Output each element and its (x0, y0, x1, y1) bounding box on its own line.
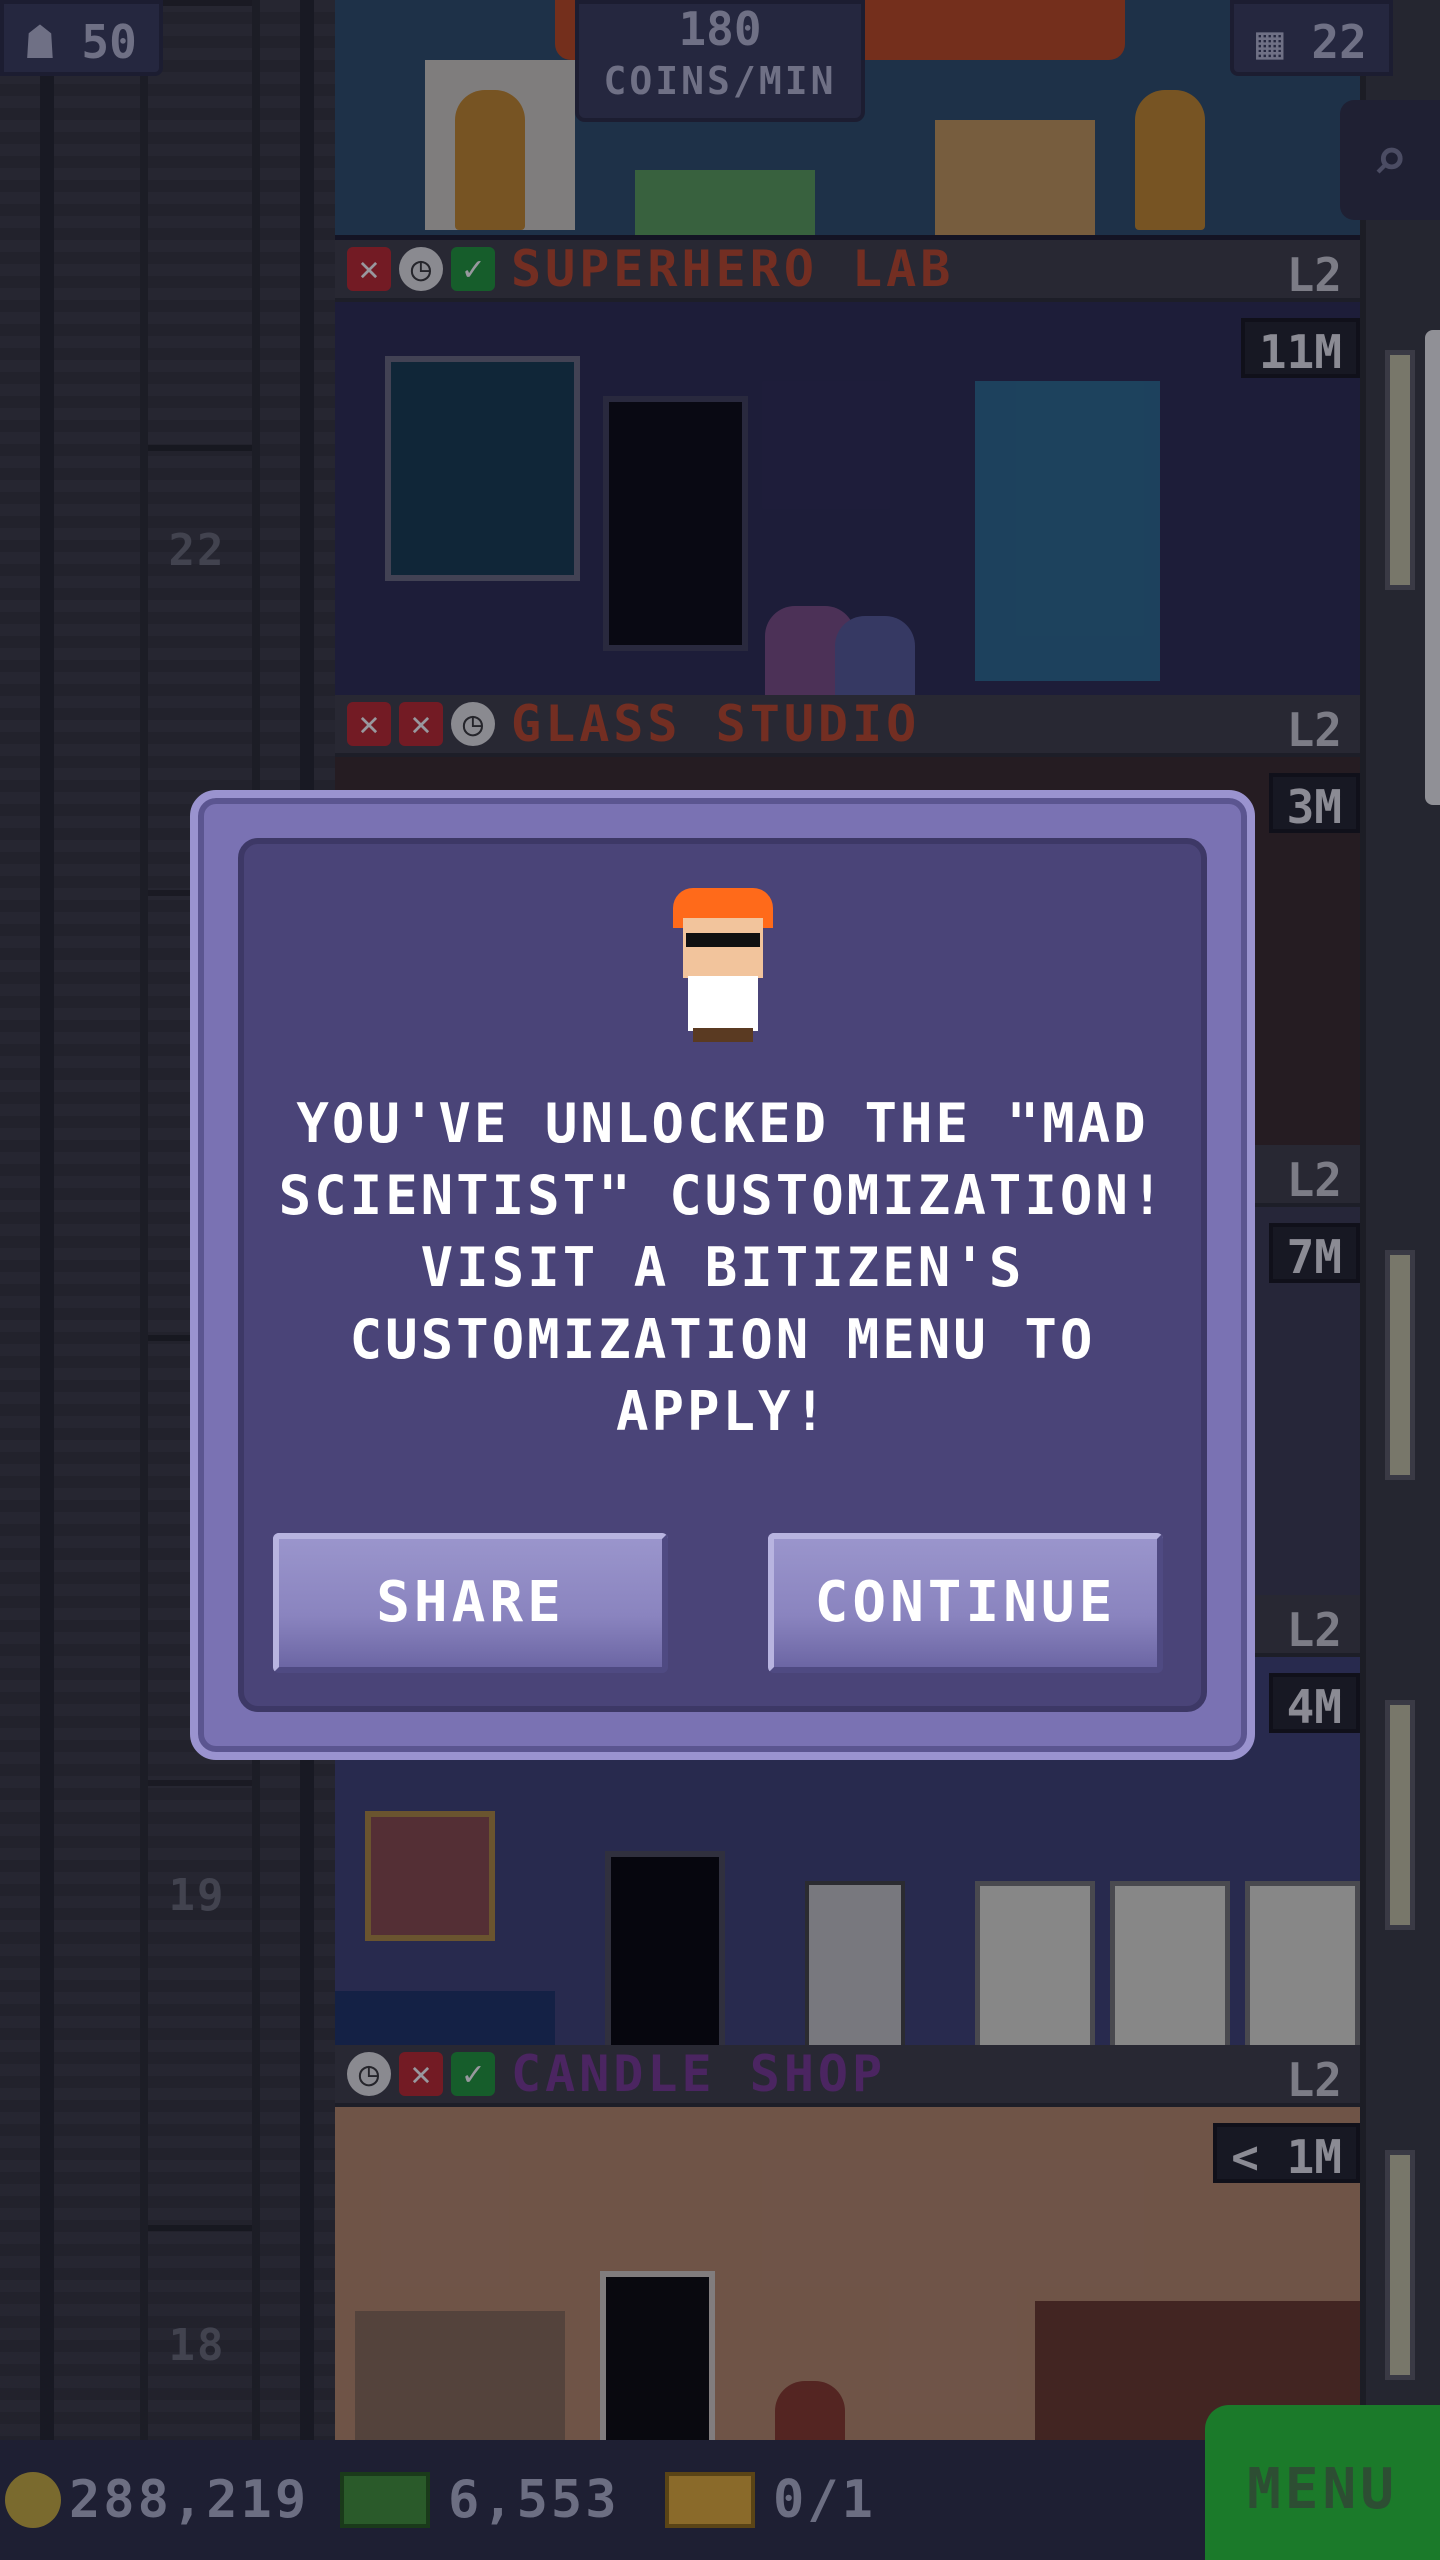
check-status-icon: ✓ (451, 247, 495, 291)
x-status-icon: ✕ (347, 702, 391, 746)
floor-candle-shop[interactable]: ◷ ✕ ✓ CANDLE SHOP L2 < 1M (335, 2045, 1360, 2451)
floor-counter[interactable]: ▦ 22 (1230, 0, 1393, 76)
person-icon: ☗ (26, 15, 54, 69)
floor-superhero-lab[interactable]: ✕ ◷ ✓ SUPERHERO LAB L2 11M (335, 240, 1360, 716)
hologram-screen (385, 356, 580, 581)
floor-price: 3M (1268, 773, 1360, 834)
bitizen-worker[interactable] (1135, 90, 1205, 230)
doorway (603, 396, 748, 651)
continue-button[interactable]: CONTINUE (768, 1533, 1163, 1673)
coins-per-min-indicator: 180 COINS/MIN (575, 0, 865, 122)
share-button[interactable]: SHARE (273, 1533, 668, 1673)
coins-per-min-value: 180 (678, 2, 762, 56)
floor-number: 18 (168, 2320, 226, 2371)
population-counter[interactable]: ☗ 50 (0, 0, 163, 76)
floor-level: L2 (1286, 1153, 1342, 1207)
floor-price: 11M (1240, 318, 1360, 379)
floor-level: L2 (1286, 2053, 1342, 2107)
x-status-icon: ✕ (399, 2052, 443, 2096)
floor-level: L2 (1286, 248, 1342, 302)
mad-scientist-avatar (668, 888, 778, 1048)
floor-name: SUPERHERO LAB (511, 240, 955, 298)
tickets-counter[interactable]: 0/1 (665, 2470, 876, 2530)
coin-icon (5, 2472, 61, 2528)
floor-price: 7M (1268, 1223, 1360, 1284)
building-icon: ▦ (1256, 15, 1284, 69)
bitizen[interactable] (775, 2381, 845, 2440)
window (1385, 1250, 1415, 1480)
floor-level: L2 (1286, 703, 1342, 757)
floor-header: ✕ ◷ ✓ SUPERHERO LAB L2 (335, 240, 1360, 302)
x-status-icon: ✕ (347, 247, 391, 291)
check-status-icon: ✓ (451, 2052, 495, 2096)
floor-name: GLASS STUDIO (511, 695, 921, 753)
search-icon[interactable]: ⌕ (1340, 100, 1440, 220)
doorway (600, 2271, 715, 2451)
floor-number: 22 (168, 525, 226, 576)
coins-per-min-label: COINS/MIN (603, 59, 837, 103)
clock-status-icon: ◷ (347, 2052, 391, 2096)
floor-price: 4M (1268, 1673, 1360, 1734)
portrait (365, 1811, 495, 1941)
window (1385, 2150, 1415, 2380)
floor-header: ◷ ✕ ✓ CANDLE SHOP L2 (335, 2045, 1360, 2107)
crate (635, 170, 815, 235)
bux-counter[interactable]: 6,553 (340, 2470, 620, 2530)
clock-status-icon: ◷ (399, 247, 443, 291)
floor-price: < 1M (1213, 2123, 1360, 2184)
bitizen-worker[interactable] (455, 90, 525, 230)
menu-button[interactable]: MENU (1205, 2405, 1440, 2560)
shelf (355, 2311, 565, 2440)
floor-level: L2 (1286, 1603, 1342, 1657)
floor-header: ✕ ✕ ◷ GLASS STUDIO L2 (335, 695, 1360, 757)
bux-icon (340, 2472, 430, 2528)
unlock-message: YOU'VE UNLOCKED THE "MAD SCIENTIST" CUST… (278, 1092, 1167, 1443)
ticket-icon (665, 2472, 755, 2528)
window (1385, 350, 1415, 590)
elevator-rail (40, 0, 54, 2440)
crate (935, 120, 1095, 235)
counter (335, 1991, 555, 2051)
scrollbar[interactable] (1425, 330, 1440, 805)
floor-number: 19 (168, 1870, 226, 1921)
portal-tube (975, 381, 1160, 681)
unlock-dialog: YOU'VE UNLOCKED THE "MAD SCIENTIST" CUST… (190, 790, 1255, 1760)
x-status-icon: ✕ (399, 702, 443, 746)
clock-status-icon: ◷ (451, 702, 495, 746)
coins-counter[interactable]: 288,219 (5, 2470, 309, 2530)
window (1385, 1700, 1415, 1930)
floor-name: CANDLE SHOP (511, 2045, 887, 2103)
